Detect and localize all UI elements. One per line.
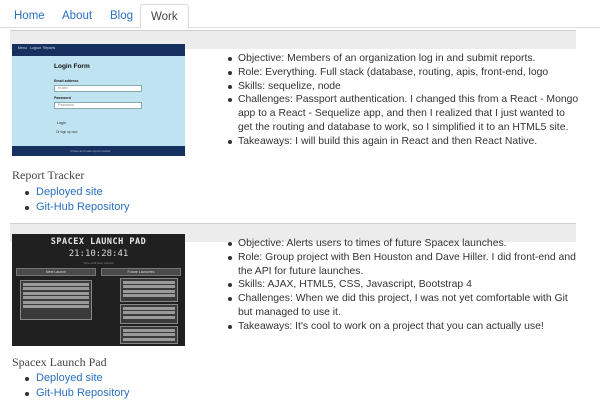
thumb-next-launch-box	[20, 280, 92, 320]
detail-item: Takeaways: It's cool to work on a projec…	[228, 320, 580, 334]
thumb-form-title: Login Form	[54, 63, 90, 70]
thumb-password-label: Password	[54, 96, 71, 100]
detail-item: Skills: AJAX, HTML5, CSS, Javascript, Bo…	[228, 278, 580, 292]
github-repo-link[interactable]: Git-Hub Repository	[36, 387, 130, 399]
list-item: Deployed site	[25, 371, 130, 386]
thumb-password-value: Password	[58, 103, 74, 107]
thumb-nav-item: Reports	[43, 46, 56, 50]
project-links: Deployed site Git-Hub Repository	[25, 185, 130, 215]
detail-item: Objective: Alerts users to times of futu…	[228, 237, 580, 251]
thumb-launch-card	[120, 326, 178, 344]
thumb-signup-link: Or sign up now	[56, 130, 78, 134]
thumb-footer-text: Chase and Lake report tracker	[70, 149, 111, 153]
list-item: Git-Hub Repository	[25, 200, 130, 215]
detail-item: Takeaways: I will build this again in Re…	[228, 135, 580, 149]
thumb-email-value: m.abc	[58, 86, 68, 90]
detail-item: Challenges: Passport authentication. I c…	[228, 93, 580, 134]
thumb-launch-card	[120, 278, 178, 302]
tab-work[interactable]: Work	[140, 4, 189, 29]
thumb-email-label: Email address	[54, 79, 79, 83]
nav-tabs: Home About Blog Work	[0, 0, 600, 29]
tab-home[interactable]: Home	[4, 4, 55, 28]
tab-about[interactable]: About	[52, 4, 102, 28]
thumb-subtitle: Time until Next Launch	[83, 261, 114, 265]
thumb-navbar: Menu Logout Reports	[12, 44, 185, 56]
thumb-nav-item: Menu	[18, 46, 27, 50]
thumb-launch-card	[120, 304, 178, 324]
project-details: Objective: Members of an organization lo…	[228, 52, 580, 149]
thumb-footer: Chase and Lake report tracker	[12, 146, 185, 156]
thumb-future-launches-heading: Future Launches	[101, 268, 181, 276]
thumb-next-launch-heading: Next Launch	[16, 268, 96, 276]
detail-item: Challenges: When we did this project, I …	[228, 292, 580, 320]
list-item: Git-Hub Repository	[25, 386, 130, 400]
thumb-countdown: 21:10:28:41	[68, 249, 129, 259]
report-tracker-screenshot: Menu Logout Reports Login Form Email add…	[12, 44, 185, 156]
detail-item: Objective: Members of an organization lo…	[228, 52, 580, 66]
thumb-password-input: Password	[54, 102, 142, 109]
deployed-site-link[interactable]: Deployed site	[36, 186, 103, 198]
list-item: Deployed site	[25, 185, 130, 200]
project-title: Spacex Launch Pad	[12, 355, 107, 369]
thumb-nav-item: Logout	[30, 46, 41, 50]
detail-item: Role: Group project with Ben Houston and…	[228, 251, 580, 279]
thumb-login-button: Login	[57, 121, 66, 125]
tab-blog[interactable]: Blog	[100, 4, 143, 28]
thumb-title: SPACEX LAUNCH PAD	[50, 237, 147, 247]
project-details: Objective: Alerts users to times of futu…	[228, 237, 580, 334]
detail-item: Skills: sequelize, node	[228, 80, 580, 94]
github-repo-link[interactable]: Git-Hub Repository	[36, 201, 130, 213]
spacex-launch-pad-screenshot: SPACEX LAUNCH PAD 21:10:28:41 Time until…	[12, 234, 185, 346]
detail-item: Role: Everything. Full stack (database, …	[228, 66, 580, 80]
project-links: Deployed site Git-Hub Repository	[25, 371, 130, 400]
thumb-email-input: m.abc	[54, 85, 142, 92]
project-title: Report Tracker	[12, 168, 85, 182]
deployed-site-link[interactable]: Deployed site	[36, 372, 103, 384]
